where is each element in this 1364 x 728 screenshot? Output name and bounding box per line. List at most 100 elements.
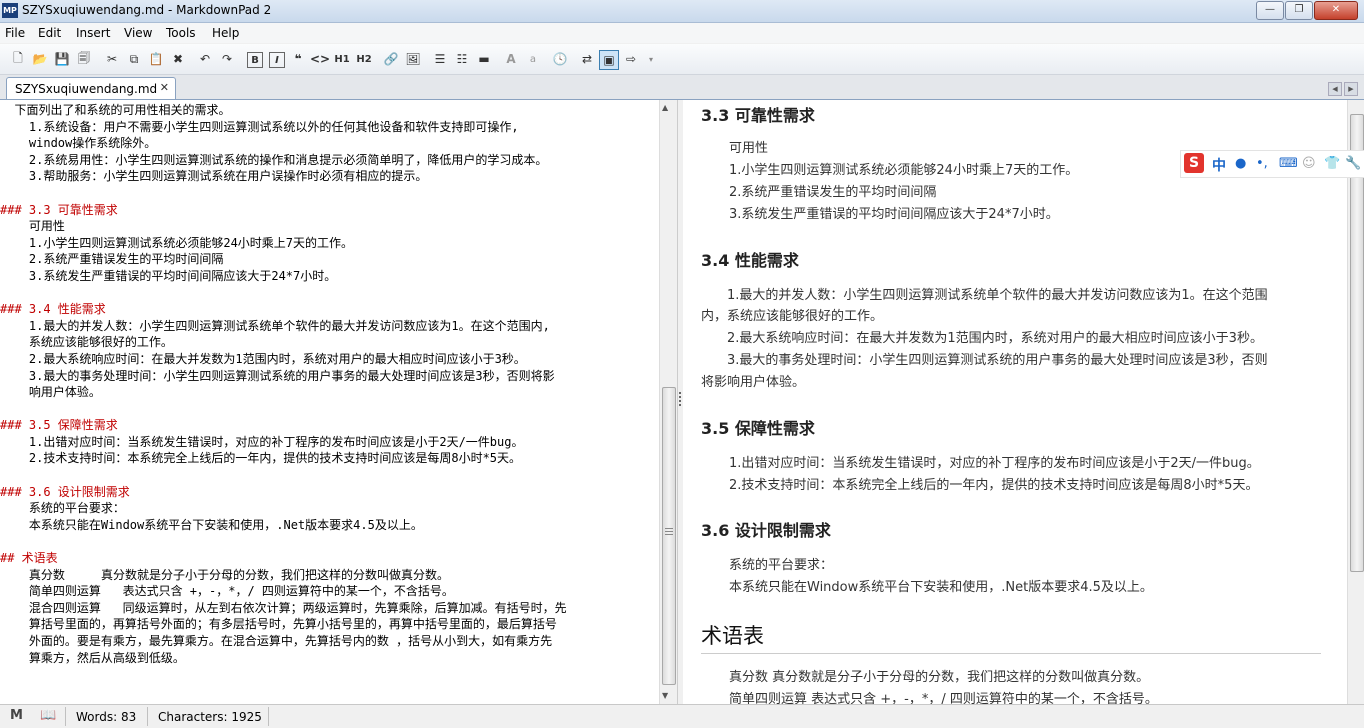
preview-scrollbar[interactable]: [1347, 100, 1364, 704]
tab-strip: SZYSxuqiuwendang.md ✕ ◀ ▶: [0, 75, 1364, 100]
preview-line: 1.出错对应时间：当系统发生错误时，对应的补丁程序的发布时间应该是小于2天/一件…: [729, 456, 1260, 471]
preview-heading-3-5: 3.5 保障性需求: [701, 419, 815, 438]
character-count: Characters: 1925: [158, 710, 262, 724]
swap-icon[interactable]: ⇄: [578, 50, 596, 68]
preview-line: 系统的平台要求：: [729, 558, 834, 573]
editor-line: 1.小学生四则运算测试系统必须能够24小时乘上7天的工作。: [0, 235, 354, 250]
save-all-icon[interactable]: 🗐: [75, 50, 93, 68]
ime-tools-icon[interactable]: 🔧: [1345, 156, 1361, 171]
editor-line: 系统的平台要求：: [0, 501, 125, 516]
toolbar-overflow-icon[interactable]: ▾: [642, 50, 660, 68]
editor-line: 下面列出了和系统的可用性相关的需求。: [0, 103, 231, 117]
editor-scroll-thumb[interactable]: [662, 387, 676, 685]
sogou-logo-icon[interactable]: S: [1184, 153, 1204, 173]
preview-line: 3.最大的事务处理时间：小学生四则运算测试系统的用户事务的最大处理时间应该是3秒…: [701, 353, 1268, 368]
editor-line: 2.最大系统响应时间：在最大并发数为1范围内时，系统对用户的最大相应时间应该小于…: [0, 351, 526, 366]
menu-insert[interactable]: Insert: [76, 26, 110, 40]
preview-line: 2.技术支持时间：本系统完全上线后的一年内，提供的技术支持时间应该是每周8小时*…: [729, 478, 1259, 493]
editor-line: 2.技术支持时间：本系统完全上线后的一年内，提供的技术支持时间应该是每周8小时*…: [0, 451, 522, 466]
copy-icon[interactable]: ⧉: [125, 50, 143, 68]
numbered-list-icon[interactable]: ☷: [453, 50, 471, 68]
close-button[interactable]: ✕: [1314, 1, 1358, 20]
editor-scrollbar[interactable]: ▲ ▼: [659, 100, 677, 704]
redo-icon[interactable]: ↷: [218, 50, 236, 68]
menu-tools[interactable]: Tools: [166, 26, 196, 40]
menu-help[interactable]: Help: [212, 26, 239, 40]
link-icon[interactable]: 🔗: [382, 50, 400, 68]
preview-line: 3.系统发生严重错误的平均时间间隔应该大于24*7小时。: [729, 207, 1059, 222]
preview-line: 1.小学生四则运算测试系统必须能够24小时乘上7天的工作。: [729, 163, 1079, 178]
save-icon[interactable]: 💾: [53, 50, 71, 68]
maximize-button[interactable]: ❐: [1285, 1, 1313, 20]
font-larger-button[interactable]: A: [502, 50, 520, 68]
preview-line: 2.系统严重错误发生的平均时间间隔: [729, 185, 937, 200]
editor-line: 2.系统易用性：小学生四则运算测试系统的操作和消息提示必须简单明了，降低用户的学…: [0, 152, 548, 167]
editor-line: 3.系统发生严重错误的平均时间间隔应该大于24*7小时。: [0, 268, 337, 283]
markdown-editor[interactable]: 下面列出了和系统的可用性相关的需求。 1.系统设备：用户不需要小学生四则运算测试…: [0, 100, 659, 704]
preview-line: 可用性: [729, 141, 769, 156]
scroll-up-icon[interactable]: ▲: [662, 103, 668, 112]
tab-scroll-right-icon[interactable]: ▶: [1344, 82, 1358, 96]
editor-line: 3.最大的事务处理时间：小学生四则运算测试系统的用户事务的最大处理时间应该是3秒…: [0, 368, 555, 383]
menu-edit[interactable]: Edit: [38, 26, 61, 40]
cut-icon[interactable]: ✂: [103, 50, 121, 68]
ime-user-icon[interactable]: ☺: [1302, 156, 1316, 171]
preview-heading-glossary: 术语表: [701, 624, 764, 648]
editor-line: 系统应该能够很好的工作。: [0, 335, 173, 350]
editor-line: 外面的。要是有乘方，最先算乘方。在混合运算中，先算括号内的数 ，括号从小到大，如…: [0, 634, 553, 648]
scroll-down-icon[interactable]: ▼: [662, 691, 668, 700]
preview-heading-3-6: 3.6 设计限制需求: [701, 521, 831, 540]
word-count: Words: 83: [76, 710, 137, 724]
book-icon[interactable]: 📖: [40, 708, 56, 723]
status-bar: M 📖 Words: 83 Characters: 1925: [0, 704, 1364, 728]
font-smaller-button[interactable]: a: [524, 50, 542, 68]
h2-button[interactable]: H2: [355, 50, 373, 68]
quote-button[interactable]: ❝: [289, 50, 307, 68]
editor-line: 真分数 真分数就是分子小于分母的分数，我们把这样的分数叫做真分数。: [0, 567, 450, 582]
delete-icon[interactable]: ✖: [169, 50, 187, 68]
live-preview-icon[interactable]: ▣: [599, 50, 619, 70]
code-button[interactable]: <>: [310, 50, 330, 68]
preview-line: 本系统只能在Window系统平台下安装和使用，.Net版本要求4.5及以上。: [729, 580, 1153, 595]
ime-punctuation-icon[interactable]: ●: [1235, 156, 1246, 171]
tab-close-icon[interactable]: ✕: [160, 81, 169, 94]
menu-view[interactable]: View: [124, 26, 152, 40]
tab-navigation: ◀ ▶: [1328, 82, 1358, 96]
editor-text: 下面列出了和系统的可用性相关的需求。 1.系统设备：用户不需要小学生四则运算测试…: [0, 102, 659, 666]
italic-button[interactable]: I: [269, 52, 285, 68]
undo-icon[interactable]: ↶: [196, 50, 214, 68]
export-icon[interactable]: ⇨: [622, 50, 640, 68]
editor-line: window操作系统除外。: [0, 136, 157, 151]
menu-bar: File Edit Insert View Tools Help: [0, 23, 1364, 43]
ime-toolbar[interactable]: S 中 ● •, ⌨ ☺ 👕 🔧: [1180, 150, 1364, 178]
editor-line: 算括号里面的，再算括号外面的；有多层括号时，先算小括号里的，再算中括号里面的，最…: [0, 617, 557, 632]
horizontal-rule-icon[interactable]: ▬: [475, 50, 493, 68]
app-icon: MP: [2, 3, 18, 18]
ime-mode-button[interactable]: 中: [1212, 155, 1226, 175]
preview-scroll-thumb[interactable]: [1350, 114, 1364, 572]
menu-file[interactable]: File: [5, 26, 25, 40]
bold-button[interactable]: B: [247, 52, 263, 68]
timestamp-icon[interactable]: 🕓: [551, 50, 569, 68]
paste-icon[interactable]: 📋: [147, 50, 165, 68]
image-icon[interactable]: 🖼: [404, 50, 422, 68]
bullet-list-icon[interactable]: ☰: [431, 50, 449, 68]
minimize-button[interactable]: —: [1256, 1, 1284, 20]
h1-button[interactable]: H1: [333, 50, 351, 68]
editor-line: 混合四则运算 同级运算时，从左到右依次计算；两级运算时，先算乘除，后算加减。有括…: [0, 600, 567, 615]
ime-skin-icon[interactable]: 👕: [1324, 156, 1340, 171]
open-folder-icon[interactable]: 📂: [31, 50, 49, 68]
ime-symbol-icon[interactable]: •,: [1256, 156, 1268, 171]
tab-document[interactable]: SZYSxuqiuwendang.md ✕: [6, 77, 176, 99]
markdown-icon[interactable]: M: [10, 708, 23, 723]
markdown-preview: 3.3 可靠性需求 可用性 1.小学生四则运算测试系统必须能够24小时乘上7天的…: [683, 100, 1347, 704]
preview-line: 真分数 真分数就是分子小于分母的分数，我们把这样的分数叫做真分数。: [729, 670, 1150, 685]
preview-line: 将影响用户体验。: [701, 375, 806, 390]
new-document-icon[interactable]: 🗋: [9, 50, 27, 68]
ime-keyboard-icon[interactable]: ⌨: [1279, 156, 1298, 171]
editor-line: 1.系统设备：用户不需要小学生四则运算测试系统以外的任何其他设备和软件支持即可操…: [0, 119, 519, 134]
tab-scroll-left-icon[interactable]: ◀: [1328, 82, 1342, 96]
